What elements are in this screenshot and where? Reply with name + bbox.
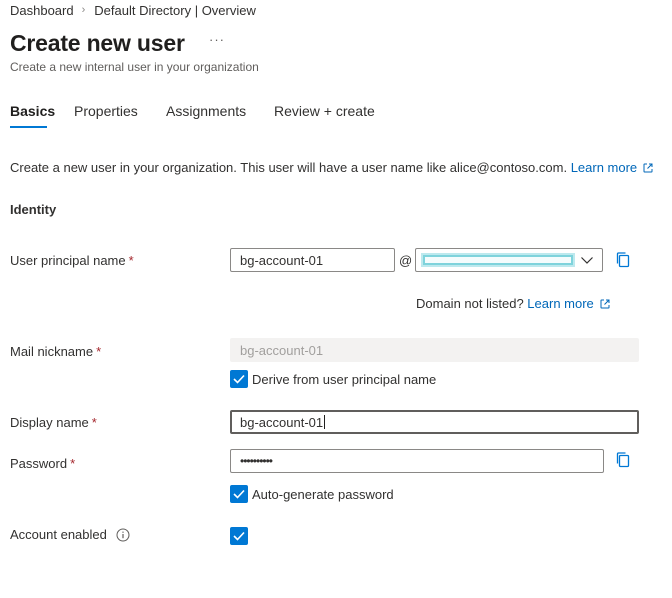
page-subtitle: Create a new internal user in your organ… <box>10 60 259 74</box>
page-title: Create new user <box>10 30 185 56</box>
password-input[interactable]: •••••••••• <box>230 449 604 473</box>
domain-learn-more-label: Learn more <box>527 296 594 311</box>
breadcrumb-dashboard[interactable]: Dashboard <box>10 3 74 18</box>
password-label: Password * <box>10 456 75 471</box>
password-label-text: Password <box>10 456 68 471</box>
intro-text: Create a new user in your organization. … <box>10 160 568 175</box>
password-value: •••••••••• <box>240 454 273 468</box>
checkmark-icon <box>233 489 245 499</box>
tab-assignments[interactable]: Assignments <box>166 103 246 119</box>
tab-basics[interactable]: Basics <box>10 103 55 119</box>
at-sign: @ <box>399 253 413 268</box>
display-name-label-text: Display name <box>10 415 89 430</box>
external-link-icon <box>600 299 610 309</box>
checkmark-icon <box>233 531 245 541</box>
breadcrumb: Dashboard › Default Directory | Overview <box>10 1 256 19</box>
domain-note-text: Domain not listed? <box>416 296 524 311</box>
required-marker: * <box>70 456 76 471</box>
info-icon[interactable] <box>116 528 130 542</box>
identity-section-title: Identity <box>10 202 57 217</box>
active-tab-indicator <box>10 126 47 128</box>
domain-note: Domain not listed? Learn more <box>416 296 610 311</box>
account-enabled-label: Account enabled <box>10 527 107 542</box>
intro-text-row: Create a new user in your organization. … <box>10 160 653 175</box>
autogen-password-label: Auto-generate password <box>252 487 394 502</box>
autogen-password-checkbox[interactable] <box>230 485 248 503</box>
domain-dropdown[interactable] <box>415 248 603 272</box>
chevron-down-icon <box>581 257 593 264</box>
display-name-label: Display name * <box>10 415 97 430</box>
derive-upn-checkbox[interactable] <box>230 370 248 388</box>
account-enabled-checkbox[interactable] <box>230 527 248 545</box>
upn-input-value: bg-account-01 <box>240 252 324 268</box>
derive-upn-label: Derive from user principal name <box>252 372 437 387</box>
text-cursor <box>324 415 326 429</box>
tab-review-create[interactable]: Review + create <box>274 103 375 119</box>
mail-nickname-input: bg-account-01 <box>230 338 639 362</box>
mail-nickname-value: bg-account-01 <box>240 342 324 358</box>
display-name-input[interactable]: bg-account-01 <box>230 410 639 434</box>
external-link-icon <box>643 163 653 173</box>
display-name-value: bg-account-01 <box>240 414 324 430</box>
checkmark-icon <box>233 374 245 384</box>
upn-copy-icon[interactable] <box>615 251 631 269</box>
intro-learn-more-link[interactable]: Learn more <box>571 160 653 175</box>
upn-label: User principal name * <box>10 253 134 268</box>
tab-properties[interactable]: Properties <box>74 103 138 119</box>
domain-learn-more-link[interactable]: Learn more <box>527 296 610 311</box>
required-marker: * <box>96 344 102 359</box>
mail-nickname-label: Mail nickname * <box>10 344 101 359</box>
upn-label-text: User principal name <box>10 253 126 268</box>
required-marker: * <box>91 415 97 430</box>
breadcrumb-separator-icon: › <box>81 4 86 16</box>
upn-input[interactable]: bg-account-01 <box>230 248 395 272</box>
mail-nickname-label-text: Mail nickname <box>10 344 94 359</box>
more-options-icon[interactable]: ··· <box>209 32 225 48</box>
intro-learn-more-label: Learn more <box>570 160 638 175</box>
required-marker: * <box>128 253 134 268</box>
breadcrumb-default-directory[interactable]: Default Directory | Overview <box>94 3 256 18</box>
redacted-domain <box>421 253 575 267</box>
password-copy-icon[interactable] <box>615 451 631 469</box>
